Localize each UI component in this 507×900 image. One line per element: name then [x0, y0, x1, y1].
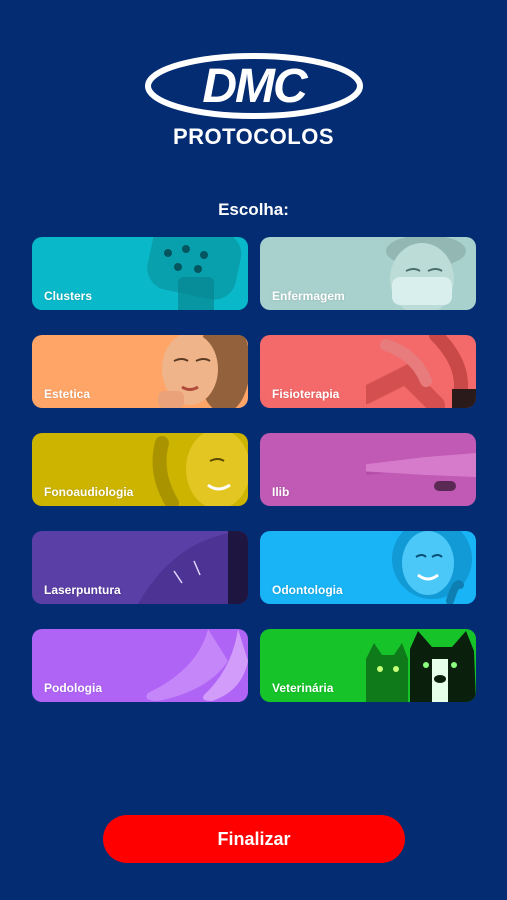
card-label: Enfermagem	[272, 289, 345, 303]
acupuncture-back-icon	[138, 531, 248, 604]
card-enfermagem[interactable]: Enfermagem	[260, 237, 476, 310]
card-laserpuntura[interactable]: Laserpuntura	[32, 531, 248, 604]
device-applicator-icon	[147, 237, 242, 310]
card-label: Podologia	[44, 681, 102, 695]
ear-listening-icon	[152, 433, 248, 506]
card-odontologia[interactable]: Odontologia	[260, 531, 476, 604]
card-label: Estetica	[44, 387, 91, 401]
card-label: Veterinária	[272, 681, 334, 695]
card-label: Fisioterapia	[272, 387, 340, 401]
card-ilib[interactable]: Ilib	[260, 433, 476, 506]
logo-text: DMC	[202, 60, 309, 113]
feet-icon	[146, 629, 248, 701]
dmc-logo: DMC	[145, 53, 363, 119]
smile-portrait-icon	[392, 531, 472, 604]
card-estetica[interactable]: Estetica	[32, 335, 248, 408]
nurse-mask-icon	[386, 237, 466, 310]
card-label: Laserpuntura	[44, 583, 121, 597]
card-label: Fonoaudiologia	[44, 485, 134, 499]
card-label: Clusters	[44, 289, 93, 303]
card-fisioterapia[interactable]: Fisioterapia	[260, 335, 476, 408]
card-veterinaria[interactable]: Veterinária	[260, 629, 476, 702]
finalizar-button[interactable]: Finalizar	[103, 815, 405, 863]
card-fonoaudiologia[interactable]: Fonoaudiologia	[32, 433, 248, 506]
card-label: Odontologia	[272, 583, 343, 597]
choose-prompt: Escolha:	[218, 200, 289, 219]
card-podologia[interactable]: Podologia	[32, 629, 248, 702]
app-subtitle: PROTOCOLOS	[172, 124, 335, 149]
card-clusters[interactable]: Clusters	[32, 237, 248, 310]
wrist-laser-icon	[366, 453, 476, 491]
cat-dog-icon	[366, 631, 476, 702]
knee-therapy-icon	[366, 335, 476, 408]
face-portrait-icon	[158, 335, 248, 408]
card-label: Ilib	[272, 485, 290, 499]
